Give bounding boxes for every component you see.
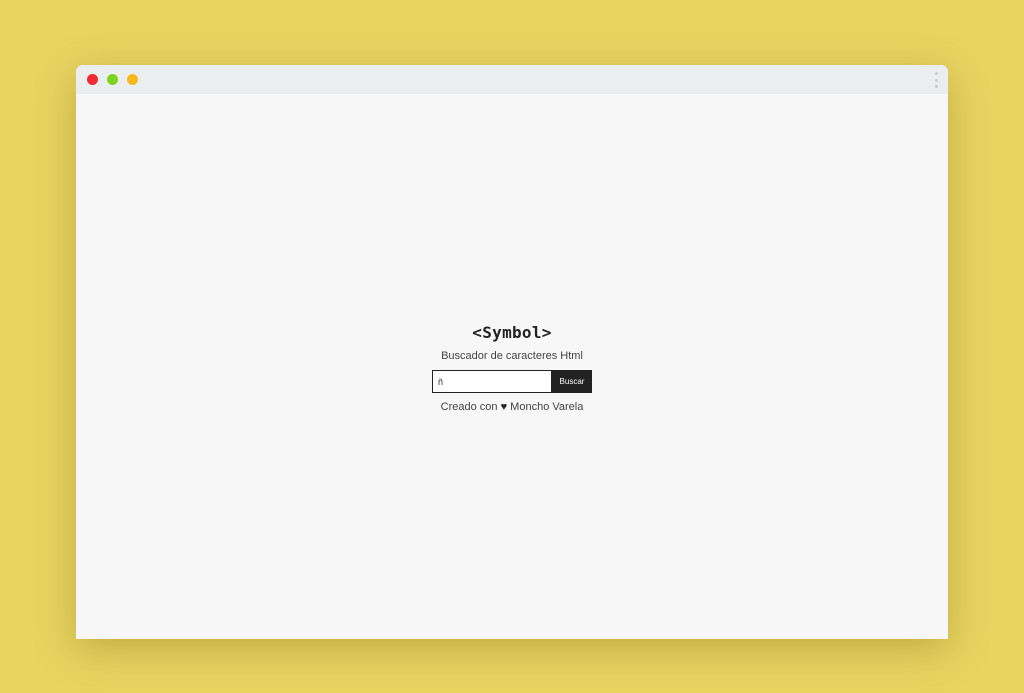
app-logo: <Symbol>	[472, 323, 552, 342]
page-content: <Symbol> Buscador de caracteres Html Bus…	[76, 94, 948, 639]
kebab-menu-icon[interactable]	[934, 72, 938, 88]
search-panel: <Symbol> Buscador de caracteres Html Bus…	[76, 323, 948, 414]
credit-author[interactable]: Moncho Varela	[510, 401, 583, 413]
minimize-window-button[interactable]	[107, 74, 118, 85]
close-window-button[interactable]	[87, 74, 98, 85]
credit-prefix: Creado con	[440, 401, 498, 413]
search-input[interactable]	[432, 370, 552, 393]
search-form: Buscar	[432, 370, 592, 393]
maximize-window-button[interactable]	[127, 74, 138, 85]
window-titlebar	[76, 65, 948, 94]
app-subtitle: Buscador de caracteres Html	[441, 350, 583, 362]
heart-icon: ♥	[500, 401, 508, 413]
credit-line: Creado con ♥ Moncho Varela	[76, 400, 948, 414]
search-button[interactable]: Buscar	[552, 370, 592, 393]
browser-window: <Symbol> Buscador de caracteres Html Bus…	[76, 65, 948, 639]
